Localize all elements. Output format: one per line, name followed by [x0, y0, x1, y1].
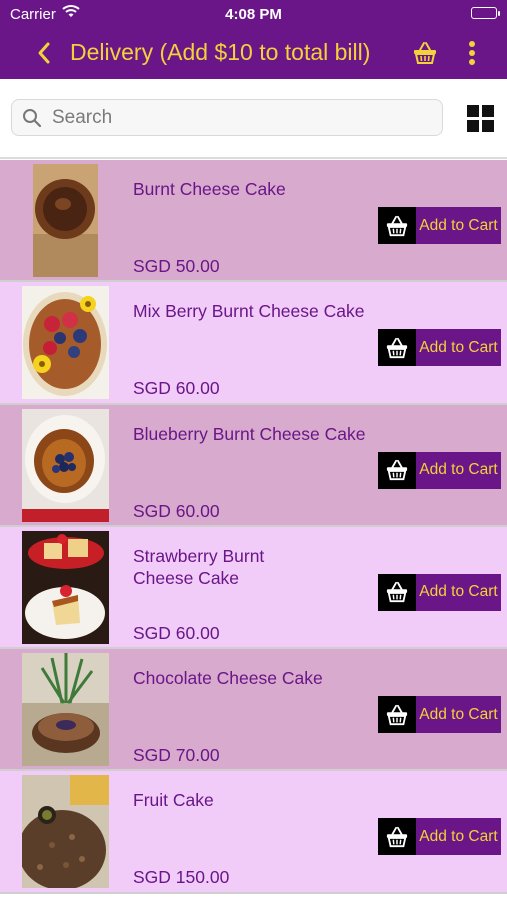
cart-basket-icon — [378, 573, 416, 611]
header-bar: Carrier 4:08 PM Delivery (Add $10 to tot… — [0, 0, 507, 79]
add-to-cart-label: Add to Cart — [416, 818, 501, 856]
back-chevron-icon[interactable] — [34, 40, 54, 66]
product-image — [22, 775, 109, 889]
add-to-cart-button[interactable]: Add to Cart — [378, 573, 501, 611]
status-bar: Carrier 4:08 PM — [0, 0, 507, 28]
cart-basket-icon — [378, 818, 416, 856]
product-item[interactable]: Mix Berry Burnt Cheese Cake SGD 60.00 Ad… — [0, 282, 507, 405]
search-icon — [22, 108, 42, 128]
basket-icon[interactable] — [412, 40, 438, 66]
product-price: SGD 70.00 — [133, 745, 220, 766]
product-name: Chocolate Cheese Cake — [133, 668, 323, 689]
cart-basket-icon — [378, 696, 416, 734]
product-price: SGD 150.00 — [133, 867, 230, 888]
product-image — [22, 408, 109, 522]
product-name: Burnt Cheese Cake — [133, 179, 286, 199]
product-item[interactable]: Strawberry Burnt Cheese Cake SGD 60.00 A… — [0, 526, 507, 650]
product-image — [22, 653, 109, 767]
product-list: Burnt Cheese Cake SGD 50.00 Add to Cart … — [0, 160, 507, 894]
product-item[interactable]: Chocolate Cheese Cake SGD 70.00 Add to C… — [0, 649, 507, 772]
add-to-cart-button[interactable]: Add to Cart — [378, 818, 501, 856]
product-item[interactable]: Fruit Cake SGD 150.00 Add to Cart — [0, 771, 507, 894]
product-name: Fruit Cake — [133, 790, 214, 811]
page-title: Delivery (Add $10 to total bill) — [70, 39, 371, 65]
product-item[interactable]: Burnt Cheese Cake SGD 50.00 Add to Cart — [0, 160, 507, 283]
add-to-cart-label: Add to Cart — [416, 207, 501, 244]
cart-basket-icon — [378, 451, 416, 489]
grid-view-icon[interactable] — [467, 105, 494, 132]
add-to-cart-label: Add to Cart — [416, 329, 501, 367]
product-price: SGD 60.00 — [133, 378, 220, 399]
product-price: SGD 60.00 — [133, 622, 220, 643]
battery-icon — [471, 7, 500, 19]
product-item[interactable]: Blueberry Burnt Cheese Cake SGD 60.00 Ad… — [0, 404, 507, 527]
add-to-cart-label: Add to Cart — [416, 573, 501, 611]
product-price: SGD 60.00 — [133, 500, 220, 521]
add-to-cart-label: Add to Cart — [416, 696, 501, 734]
status-time: 4:08 PM — [225, 6, 282, 23]
more-vertical-icon[interactable] — [464, 39, 480, 67]
add-to-cart-button[interactable]: Add to Cart — [378, 207, 501, 244]
product-name: Strawberry Burnt Cheese Cake — [133, 545, 265, 588]
divider — [0, 157, 507, 159]
add-to-cart-button[interactable]: Add to Cart — [378, 451, 501, 489]
product-image — [33, 164, 98, 277]
nav-bar: Delivery (Add $10 to total bill) — [0, 30, 507, 76]
cart-basket-icon — [378, 207, 416, 244]
product-image — [22, 530, 109, 644]
product-price: SGD 50.00 — [133, 256, 220, 276]
add-to-cart-button[interactable]: Add to Cart — [378, 329, 501, 367]
cart-basket-icon — [378, 329, 416, 367]
add-to-cart-label: Add to Cart — [416, 451, 501, 489]
add-to-cart-button[interactable]: Add to Cart — [378, 696, 501, 734]
product-image — [22, 286, 109, 400]
product-name: Mix Berry Burnt Cheese Cake — [133, 301, 365, 322]
product-name: Blueberry Burnt Cheese Cake — [133, 423, 366, 444]
search-box[interactable] — [11, 99, 443, 136]
search-input[interactable] — [52, 100, 432, 135]
search-bar — [0, 79, 507, 159]
